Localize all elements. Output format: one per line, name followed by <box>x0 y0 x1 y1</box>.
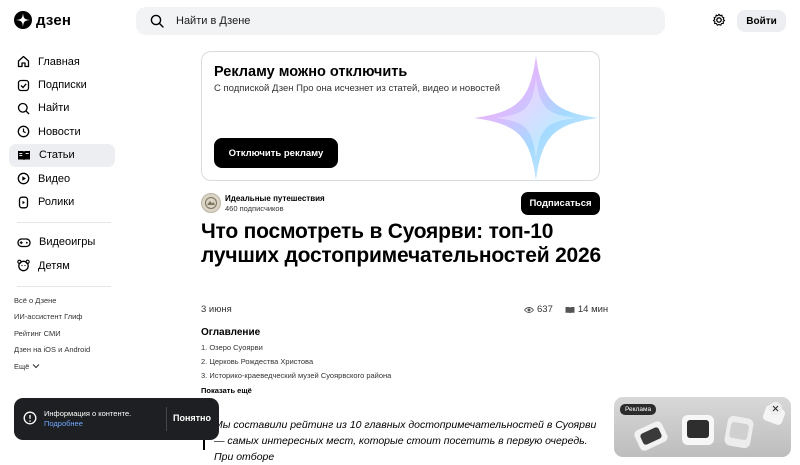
sidebar-footer-links: Всё о Дзене ИИ-ассистент Глиф Рейтинг СМ… <box>14 292 90 375</box>
subscriptions-icon <box>17 79 30 91</box>
video-icon <box>17 172 30 185</box>
sidebar-item-subscriptions[interactable]: Подписки <box>9 73 115 96</box>
search-input[interactable] <box>176 15 576 27</box>
article-intro: Мы составили рейтинг из 10 главных досто… <box>214 419 597 463</box>
toast-divider <box>166 407 167 431</box>
articles-icon <box>18 150 30 161</box>
sidebar-divider <box>17 285 111 287</box>
toast-text: Информация о контенте. <box>44 409 132 418</box>
sidebar-divider <box>17 221 111 223</box>
channel-name[interactable]: Идеальные путешествия <box>225 194 325 203</box>
sidebar-item-label: Подписки <box>38 79 87 92</box>
sparkle-star-graphic <box>474 56 598 180</box>
search-icon <box>150 14 164 28</box>
dzen-logo[interactable]: дзен <box>14 11 71 29</box>
table-of-contents: 1. Озеро Суоярви 2. Церковь Рождества Хр… <box>201 343 391 386</box>
more-link[interactable]: Ещё <box>14 358 90 375</box>
sidebar-item-kids[interactable]: Детям <box>9 254 115 277</box>
search-icon <box>17 102 30 115</box>
sidebar-item-video[interactable]: Видео <box>9 167 115 190</box>
sidebar-nav: Главная Подписки Найти Новости Статьи Ви… <box>9 50 115 295</box>
sidebar-item-label: Видео <box>38 172 71 185</box>
search-bar[interactable] <box>136 7 665 35</box>
sidebar-item-label: Новости <box>38 125 81 138</box>
dzen-logo-icon <box>14 11 32 29</box>
toc-item[interactable]: 3. Историко-краеведческий музей Суоярвск… <box>201 371 391 385</box>
eye-icon <box>524 306 534 313</box>
reading-time-icon <box>565 306 575 313</box>
disable-ads-button[interactable]: Отключить рекламу <box>214 138 338 168</box>
link-about-dzen[interactable]: Всё о Дзене <box>14 292 90 309</box>
read-time: 14 мин <box>577 304 609 315</box>
kids-icon <box>17 259 30 272</box>
sidebar-item-shorts[interactable]: Ролики <box>9 190 115 213</box>
link-mobile-apps[interactable]: Дзен на iOS и Android <box>14 342 90 359</box>
article-date: 3 июня <box>201 304 232 315</box>
channel-avatar[interactable] <box>201 193 221 213</box>
toc-show-more[interactable]: Показать ещё <box>201 386 252 395</box>
sidebar-item-videogames[interactable]: Видеоигры <box>9 231 115 254</box>
toast-more-link[interactable]: Подробнее <box>44 419 83 428</box>
sidebar-item-label: Найти <box>38 102 70 115</box>
toc-item[interactable]: 1. Озеро Суоярви <box>201 343 391 357</box>
chevron-down-icon <box>32 364 40 369</box>
ad-banner-title: Рекламу можно отключить <box>214 64 408 80</box>
sidebar-item-articles[interactable]: Статьи <box>9 143 115 167</box>
ad-banner-subtitle: С подпиской Дзен Про она исчезнет из ста… <box>214 83 501 94</box>
login-button[interactable]: Войти <box>737 10 786 32</box>
sidebar-item-label: Главная <box>38 55 80 68</box>
article-title: Что посмотреть в Суоярви: топ-10 лучших … <box>201 220 601 267</box>
channel-subscribers: 460 подписчиков <box>225 204 284 213</box>
dzen-logo-text: дзен <box>36 11 72 29</box>
sidebar-item-label: Ролики <box>38 196 75 209</box>
views-count: 637 <box>537 304 553 315</box>
sidebar-item-home[interactable]: Главная <box>9 50 115 73</box>
toast-ok-button[interactable]: Понятно <box>173 413 211 423</box>
disable-ads-banner: Рекламу можно отключить С подпиской Дзен… <box>201 51 600 181</box>
shorts-icon <box>18 196 29 208</box>
sidebar-item-label: Детям <box>38 259 70 272</box>
article-stats: 637 14 мин <box>524 304 608 315</box>
info-icon <box>23 411 37 425</box>
toc-heading: Оглавление <box>201 327 261 338</box>
close-icon[interactable] <box>769 402 782 415</box>
settings-gear-icon[interactable] <box>712 13 726 27</box>
home-icon <box>17 56 30 68</box>
link-media-rating[interactable]: Рейтинг СМИ <box>14 325 90 342</box>
more-link-label: Ещё <box>14 361 30 371</box>
news-icon <box>17 126 30 138</box>
toc-item[interactable]: 2. Церковь Рождества Христова <box>201 357 391 371</box>
content-info-toast: Информация о контенте. Подробнее Понятно <box>14 398 219 440</box>
ad-label: Реклама <box>620 404 657 415</box>
sidebar-item-news[interactable]: Новости <box>9 120 115 143</box>
link-ai-assistant[interactable]: ИИ-ассистент Глиф <box>14 309 90 326</box>
sidebar-item-label: Статьи <box>39 149 75 162</box>
subscribe-button[interactable]: Подписаться <box>521 192 600 215</box>
sidebar-item-label: Видеоигры <box>39 236 96 249</box>
gamepad-icon <box>17 238 31 248</box>
sidebar-item-find[interactable]: Найти <box>9 97 115 120</box>
channel-avatar-image <box>205 197 217 209</box>
sidebar-ad[interactable]: Реклама <box>614 397 791 457</box>
